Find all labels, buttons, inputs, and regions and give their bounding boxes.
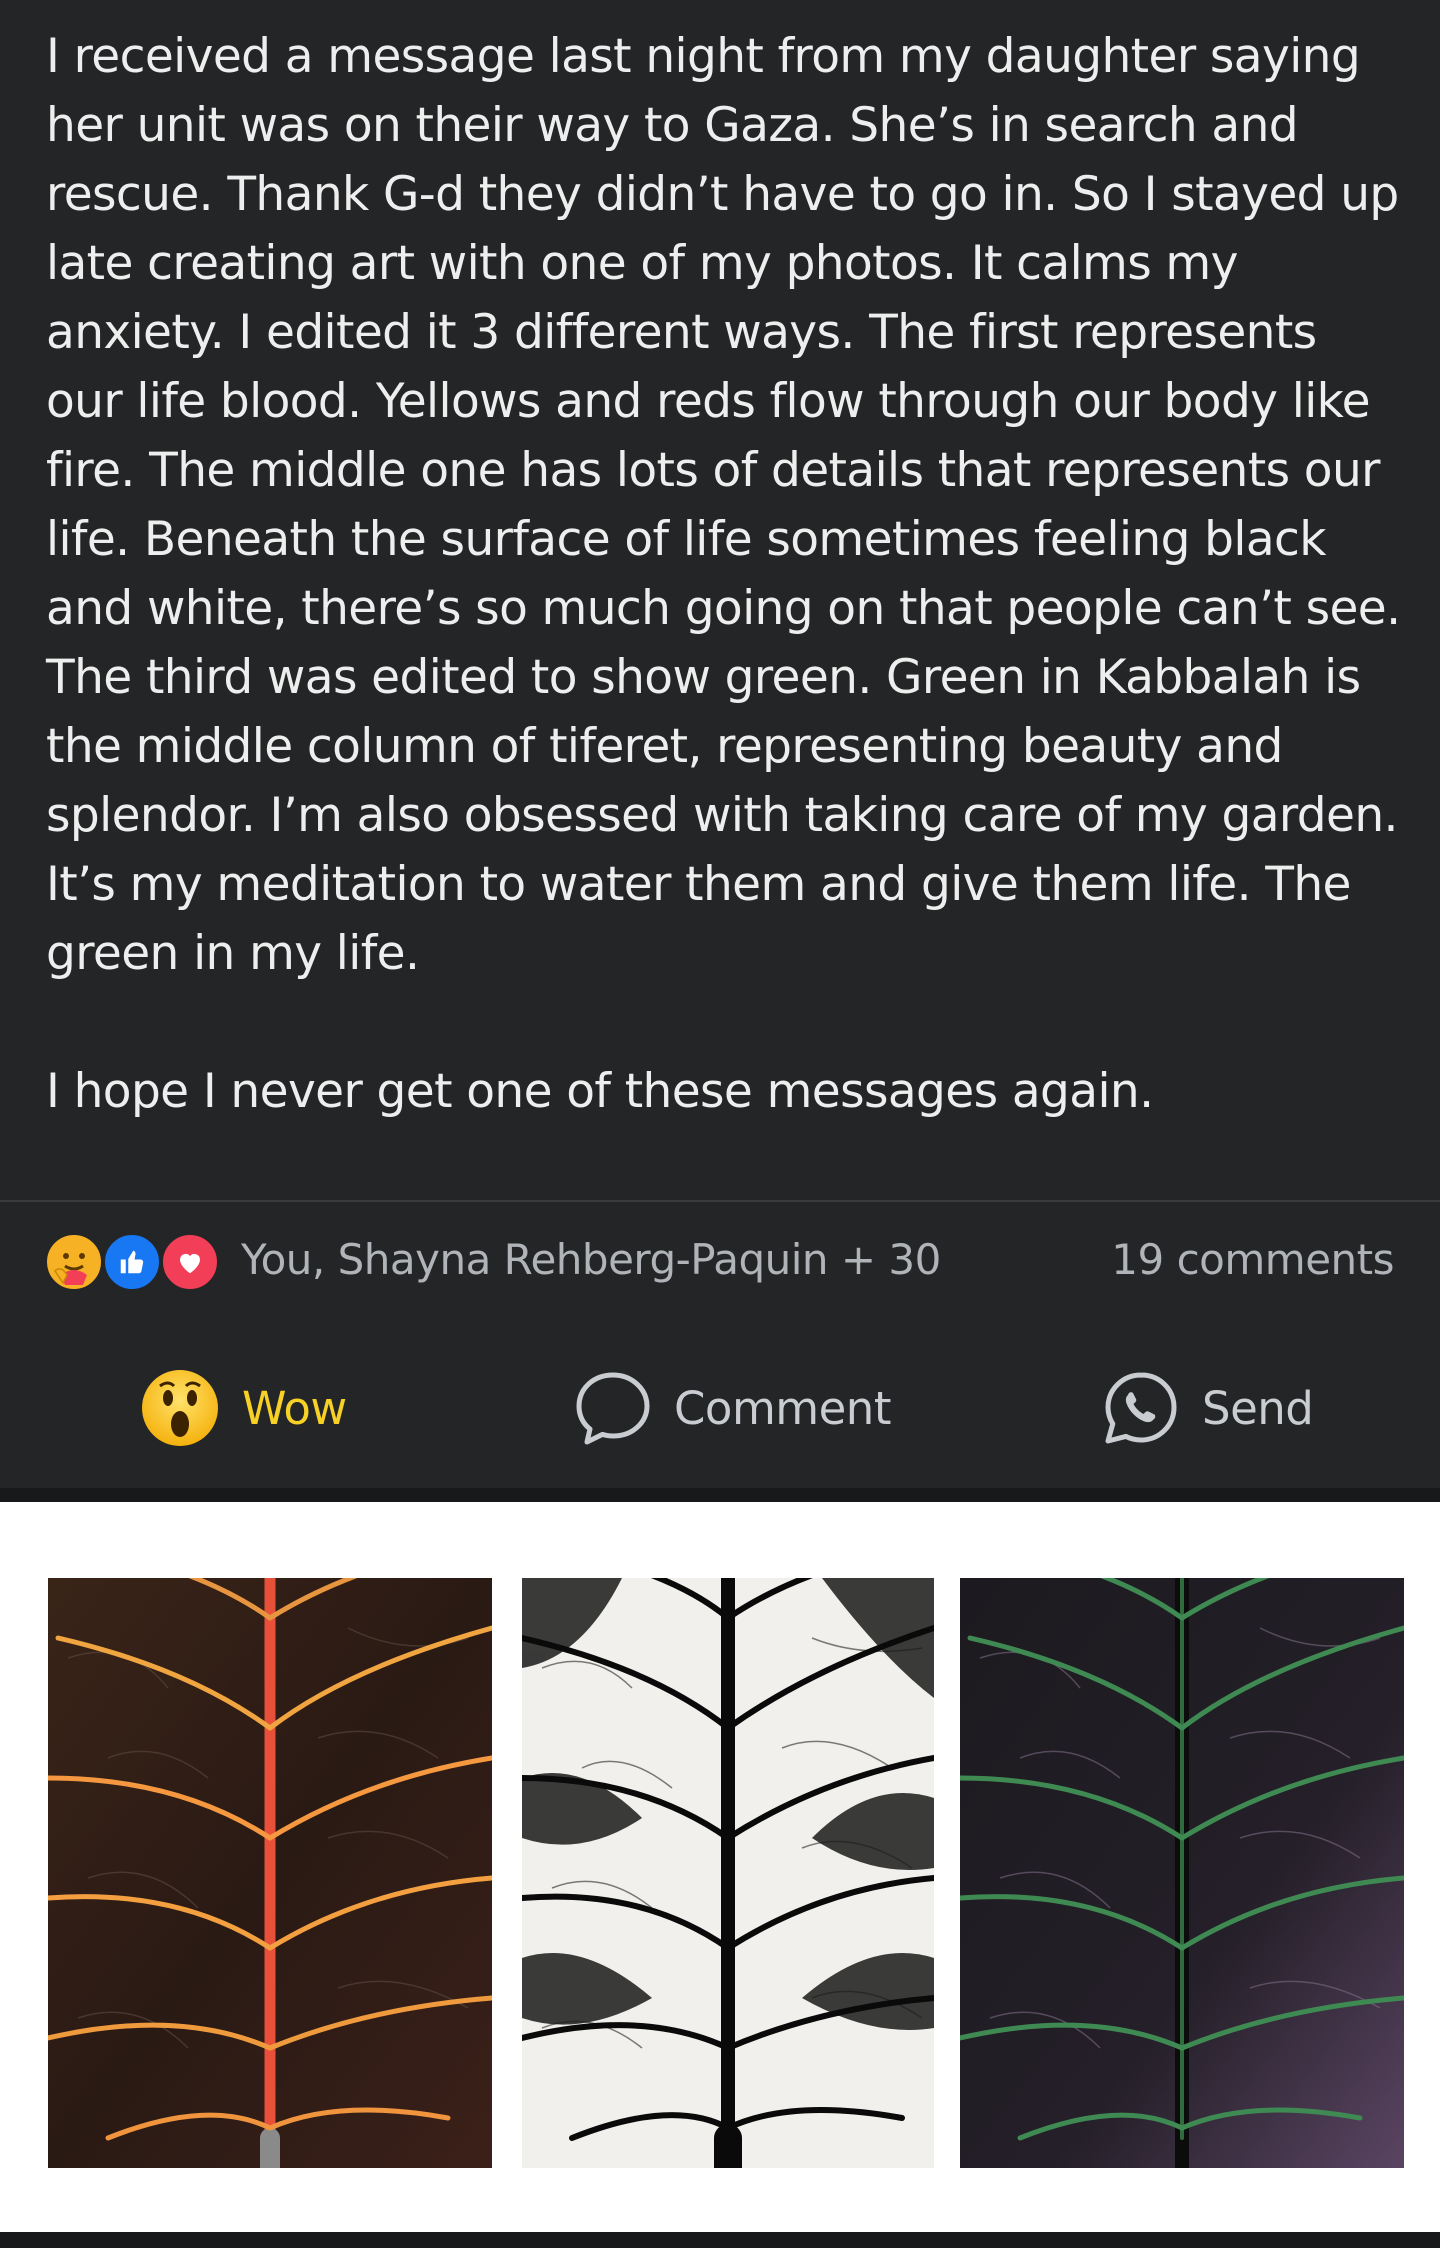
whatsapp-icon	[1102, 1369, 1180, 1447]
like-icon	[102, 1232, 162, 1292]
comment-count[interactable]: 19 comments	[1111, 1235, 1394, 1284]
wow-icon	[140, 1368, 220, 1448]
reaction-icons[interactable]	[44, 1232, 234, 1292]
post-body: I received a message last night from my …	[0, 0, 1440, 1200]
leaf-image-green[interactable]	[960, 1578, 1404, 2168]
section-separator	[0, 1488, 1440, 1502]
reaction-names[interactable]: You, Shayna Rehberg-Paquin + 30	[241, 1235, 941, 1284]
bottom-separator	[0, 2232, 1440, 2248]
leaf-image-red[interactable]	[48, 1578, 492, 2168]
comment-icon	[574, 1369, 652, 1447]
love-icon	[160, 1232, 220, 1292]
reactions-summary[interactable]: You, Shayna Rehberg-Paquin + 30 19 comme…	[0, 1202, 1440, 1326]
send-button[interactable]: Send	[1102, 1368, 1314, 1448]
comment-label: Comment	[674, 1381, 891, 1435]
post-image[interactable]	[0, 1502, 1440, 2232]
post-paragraph: I hope I never get one of these messages…	[46, 1064, 1154, 1119]
comment-button[interactable]: Comment	[574, 1368, 891, 1448]
wow-label: Wow	[242, 1381, 347, 1435]
post-paragraph: I received a message last night from my …	[46, 29, 1401, 981]
wow-reaction-button[interactable]: Wow	[140, 1368, 347, 1448]
post-text: I received a message last night from my …	[46, 22, 1406, 1126]
leaf-image-bw[interactable]	[522, 1578, 934, 2168]
send-label: Send	[1202, 1381, 1314, 1435]
care-icon	[44, 1232, 104, 1292]
action-bar: Wow Comment Send	[0, 1326, 1440, 1486]
